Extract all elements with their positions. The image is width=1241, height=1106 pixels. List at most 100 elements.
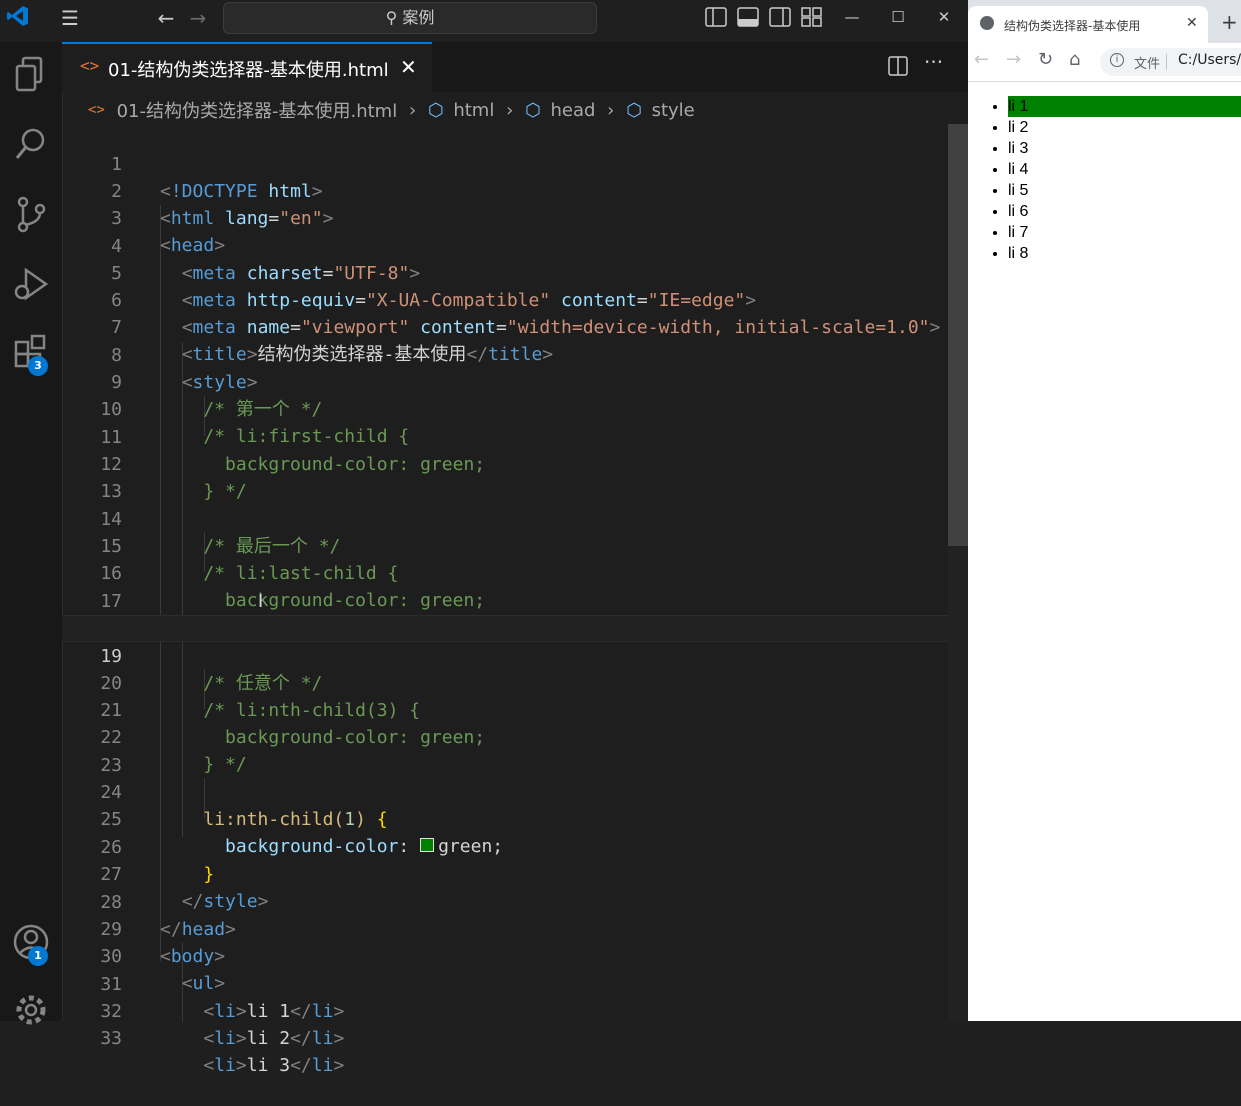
code-line: 25 background-color: green; xyxy=(62,779,948,857)
browser-tab-title: 结构伪类选择器-基本使用 xyxy=(1004,19,1141,33)
vscode-window: ☰ ← → ⚲ 案例 — ☐ ✕ 3 1 <> 01-结构伪类选择器-基本使用.… xyxy=(0,0,968,1076)
code-line: 2 <html lang="en"> xyxy=(62,151,948,229)
breadcrumb-item[interactable]: style xyxy=(652,100,695,121)
address-scheme-label: 文件 xyxy=(1134,57,1161,72)
code-line: 26 } xyxy=(62,807,948,885)
element-icon: ⬡ xyxy=(427,99,444,121)
editor-tab[interactable]: <> 01-结构伪类选择器-基本使用.html ✕ xyxy=(62,42,432,92)
list: li 1 li 2 li 3 li 4 li 5 li 6 li 7 li 8 xyxy=(968,96,1241,264)
extensions-icon[interactable]: 3 xyxy=(0,332,62,376)
back-arrow-icon[interactable]: ← xyxy=(148,0,184,36)
code-line: 22 } */ xyxy=(62,697,948,775)
code-line-current: 19 /* 任意个 */ xyxy=(62,615,948,694)
code-line: 17 } */ xyxy=(62,561,948,639)
run-debug-icon[interactable] xyxy=(0,264,62,308)
code-line: 6 <meta name="viewport" content="width=d… xyxy=(62,260,948,338)
settings-gear-icon[interactable] xyxy=(0,990,62,1030)
html-file-icon: <> xyxy=(88,102,105,118)
more-actions-icon[interactable]: ··· xyxy=(924,50,943,74)
address-url: C:/Users/ xyxy=(1178,52,1241,68)
browser-tab-bar: 结构伪类选择器-基本使用 ✕ + xyxy=(968,0,1241,43)
code-line: 10 /* li:first-child { xyxy=(62,369,948,447)
accounts-icon[interactable]: 1 xyxy=(0,922,62,966)
code-line: 1 <!DOCTYPE html> xyxy=(62,124,948,202)
browser-tab[interactable]: 结构伪类选择器-基本使用 ✕ xyxy=(968,6,1208,43)
code-line: 14 /* 最后一个 */ xyxy=(62,479,948,557)
vscode-logo-icon xyxy=(6,4,30,32)
html-file-icon: <> xyxy=(80,56,100,75)
info-icon: i xyxy=(1110,53,1124,67)
search-icon: ⚲ xyxy=(385,8,398,27)
code-line: 9 /* 第一个 */ xyxy=(62,342,948,420)
element-icon: ⬡ xyxy=(626,99,642,121)
breadcrumb-item[interactable]: head xyxy=(550,100,595,121)
chevron-right-icon: › xyxy=(506,99,514,121)
accounts-badge: 1 xyxy=(28,946,48,966)
minimize-icon[interactable]: — xyxy=(832,0,872,34)
title-bar: ☰ ← → ⚲ 案例 — ☐ ✕ xyxy=(0,0,968,43)
forward-arrow-icon[interactable]: → xyxy=(180,0,216,36)
code-line: 4 <meta charset="UTF-8"> xyxy=(62,206,948,284)
home-icon[interactable]: ⌂ xyxy=(1069,49,1080,70)
split-editor-icon[interactable] xyxy=(888,56,908,80)
chevron-right-icon: › xyxy=(607,99,615,121)
scrollbar-thumb[interactable] xyxy=(948,124,968,546)
code-line: 28 </head> xyxy=(62,862,948,940)
tab-label: 01-结构伪类选择器-基本使用.html xyxy=(108,60,389,81)
code-line: 24 li:nth-child(1) { xyxy=(62,752,948,830)
code-line: 21 background-color: green; xyxy=(62,670,948,748)
code-line: 7 <title>结构伪类选择器-基本使用</title> xyxy=(62,287,948,365)
code-line: 18 xyxy=(62,588,948,639)
text-cursor-icon: I xyxy=(258,591,264,612)
code-line: 13 xyxy=(62,451,948,502)
maximize-icon[interactable]: ☐ xyxy=(878,0,918,34)
code-line: 27 </style> xyxy=(62,834,948,912)
forward-arrow-icon[interactable]: → xyxy=(1006,49,1021,70)
breadcrumb-item[interactable]: html xyxy=(453,100,494,121)
close-tab-icon[interactable]: ✕ xyxy=(400,55,417,79)
toggle-primary-sidebar-icon[interactable] xyxy=(705,7,727,31)
close-window-icon[interactable]: ✕ xyxy=(924,0,964,34)
source-control-icon[interactable] xyxy=(0,194,62,238)
new-tab-button[interactable]: + xyxy=(1221,10,1238,34)
code-line: 16 background-color: green; xyxy=(62,533,948,611)
address-bar[interactable]: i 文件 C:/Users/ xyxy=(1100,48,1241,76)
editor-scrollbar[interactable] xyxy=(948,124,968,1021)
search-icon[interactable] xyxy=(0,126,62,168)
browser-toolbar: ← → ↻ ⌂ i 文件 C:/Users/ xyxy=(968,43,1241,82)
list-item: li 4 xyxy=(1008,159,1241,180)
explorer-icon[interactable] xyxy=(0,56,62,98)
list-item: li 6 xyxy=(1008,201,1241,222)
code-line: 29 <body> xyxy=(62,889,948,967)
toggle-panel-icon[interactable] xyxy=(737,7,759,31)
code-line: 32 <li>li 2</li> xyxy=(62,971,948,1049)
activity-bar: 3 1 xyxy=(0,42,63,1025)
code-line: 12 } */ xyxy=(62,424,948,502)
line-number: 33 xyxy=(100,1028,122,1049)
customize-layout-icon[interactable] xyxy=(801,7,823,31)
command-center-search[interactable]: ⚲ 案例 xyxy=(223,2,597,34)
reload-icon[interactable]: ↻ xyxy=(1038,49,1053,70)
close-tab-icon[interactable]: ✕ xyxy=(1186,15,1198,31)
code-line: 31 <li>li 1</li> xyxy=(62,944,948,1022)
list-item: li 5 xyxy=(1008,180,1241,201)
globe-icon xyxy=(980,16,994,30)
search-text: 案例 xyxy=(402,8,435,27)
code-line: 11 background-color: green; xyxy=(62,397,948,475)
toggle-secondary-sidebar-icon[interactable] xyxy=(769,7,791,31)
back-arrow-icon[interactable]: ← xyxy=(974,49,989,70)
code-line: 3 <head> xyxy=(62,178,948,256)
list-item: li 7 xyxy=(1008,222,1241,243)
list-item: li 1 xyxy=(1008,96,1241,117)
breadcrumb-item[interactable]: 01-结构伪类选择器-基本使用.html xyxy=(117,97,398,123)
browser-window: 结构伪类选择器-基本使用 ✕ + ← → ↻ ⌂ i 文件 C:/Users/ … xyxy=(968,0,1241,1021)
list-item: li 3 xyxy=(1008,138,1241,159)
code-line: 30 <ul> xyxy=(62,916,948,994)
code-line: 5 <meta http-equiv="X-UA-Compatible" con… xyxy=(62,233,948,311)
code-line: 15 /* li:last-child { xyxy=(62,506,948,584)
extensions-badge: 3 xyxy=(28,356,48,376)
menu-icon[interactable]: ☰ xyxy=(52,0,88,36)
editor-tab-bar: <> 01-结构伪类选择器-基本使用.html ✕ ··· xyxy=(62,42,968,92)
code-line: 20 /* li:nth-child(3) { xyxy=(62,643,948,721)
list-item: li 2 xyxy=(1008,117,1241,138)
